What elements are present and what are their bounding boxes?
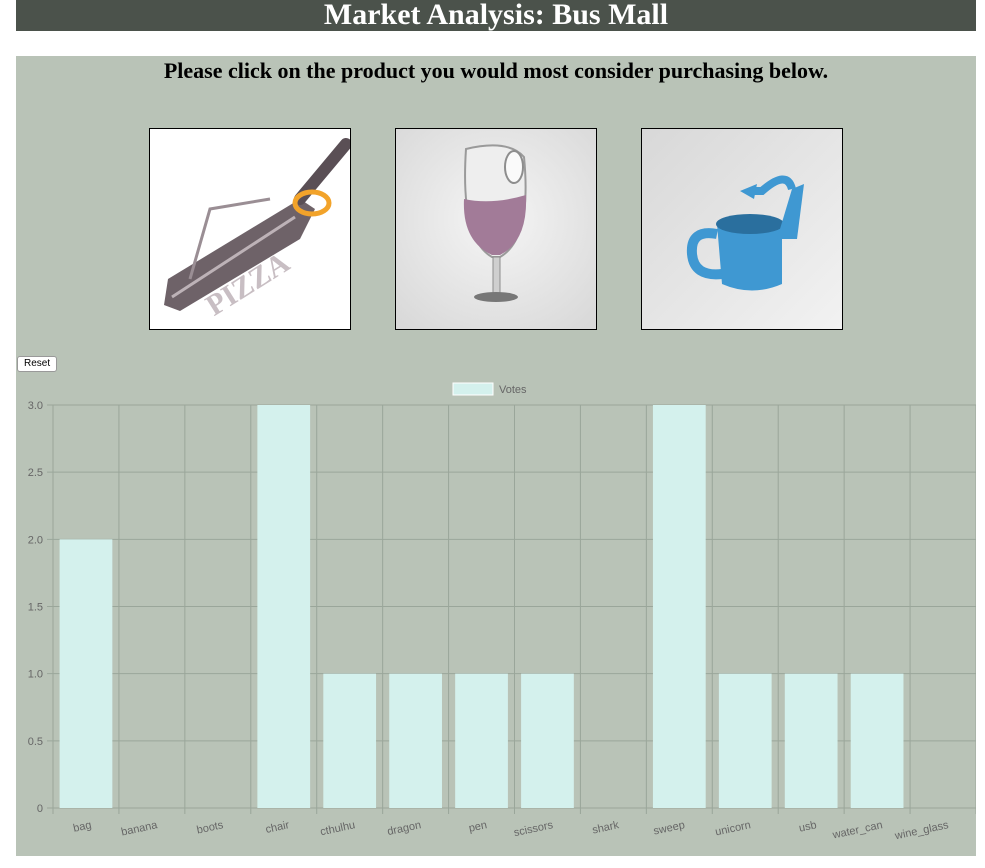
bar-scissors: [521, 673, 574, 808]
bar-bag: [59, 539, 113, 808]
bar-chart-svg: 0 0.5 1.0 1.5 2.0 2.5 3.0 bag banana boots chair ct…: [28, 382, 976, 842]
bar-usb: [784, 673, 838, 808]
main-panel: Please click on the product you would mo…: [16, 56, 976, 856]
bar-chair: [257, 405, 311, 808]
legend-label: Votes: [499, 384, 527, 396]
y-tick-label: 2.5: [28, 467, 43, 479]
x-tick-label: sweep: [652, 819, 686, 837]
instructions-text: Please click on the product you would mo…: [163, 58, 829, 83]
votes-chart: 0 0.5 1.0 1.5 2.0 2.5 3.0 bag banana boots chair ct…: [16, 376, 976, 856]
bar-pen: [455, 673, 508, 808]
bar-water_can: [850, 673, 904, 808]
y-tick-label: 0.5: [28, 736, 43, 748]
x-tick-label: wine_glass: [893, 819, 950, 842]
x-tick-label: unicorn: [714, 819, 752, 838]
bar-unicorn: [718, 673, 772, 808]
x-tick-label: water_can: [831, 819, 884, 842]
bar-dragon: [389, 673, 442, 808]
x-tick-label: banana: [120, 819, 159, 839]
x-tick-label: chair: [265, 819, 291, 836]
pizza-scissors-icon: PIZZA: [150, 129, 350, 329]
legend-swatch: [452, 382, 494, 396]
product-image-3[interactable]: [641, 128, 843, 330]
x-tick-label: dragon: [386, 819, 422, 838]
x-tick-label: scissors: [513, 819, 555, 839]
x-tick-label: bag: [72, 819, 92, 835]
x-tick-label: usb: [798, 819, 818, 834]
bar-cthulhu: [323, 673, 377, 808]
x-tick-label: pen: [468, 819, 488, 835]
watering-can-icon: [642, 129, 842, 329]
y-tick-label: 0: [37, 803, 43, 815]
y-tick-label: 1.0: [28, 669, 43, 681]
page-header: Market Analysis: Bus Mall: [16, 0, 976, 31]
y-tick-label: 2.0: [28, 534, 43, 546]
product-image-2[interactable]: [395, 128, 597, 330]
y-tick-label: 1.5: [28, 602, 43, 614]
page-title: Market Analysis: Bus Mall: [323, 0, 669, 31]
wine-glass-icon: [396, 129, 596, 329]
x-tick-label: boots: [196, 819, 225, 836]
reset-button[interactable]: Reset: [17, 356, 58, 372]
bar-sweep: [652, 405, 706, 808]
y-tick-label: 3.0: [28, 400, 43, 412]
x-tick-label: shark: [591, 819, 620, 836]
x-tick-label: cthulhu: [319, 819, 356, 838]
product-image-1[interactable]: PIZZA: [149, 128, 351, 330]
